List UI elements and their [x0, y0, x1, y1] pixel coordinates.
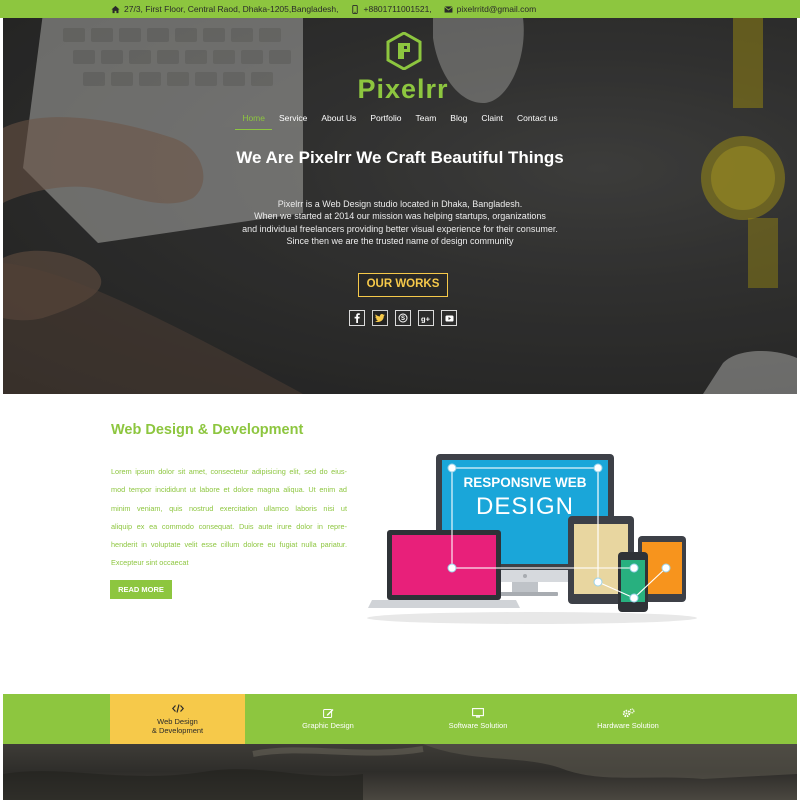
hero-description: Pixelrr is a Web Design studio located i…: [3, 198, 797, 247]
social-links: S g+: [349, 310, 457, 326]
google-plus-icon[interactable]: g+: [418, 310, 434, 326]
nav-item-claint[interactable]: Claint: [474, 112, 510, 130]
feature-text-line: henderit in voluptate velit esse cillum …: [111, 540, 347, 550]
tab-label-line1: Hardware Solution: [597, 721, 659, 731]
our-works-button[interactable]: OUR WORKS: [358, 273, 448, 297]
pixelrr-logo-icon[interactable]: [386, 32, 422, 70]
hero-title: We Are Pixelrr We Craft Beautiful Things: [236, 148, 564, 167]
twitter-icon[interactable]: [372, 310, 388, 326]
nav-item-service[interactable]: Service: [272, 112, 314, 130]
tab-software-solution[interactable]: Software Solution: [423, 694, 533, 744]
bottom-photo-shapes: [3, 744, 797, 800]
svg-text:S: S: [401, 316, 405, 322]
contact-bar: 27/3, First Floor, Central Raod, Dhaka-1…: [0, 0, 800, 18]
pencil-square-icon: [322, 707, 334, 718]
illustration-text-line2: DESIGN: [476, 493, 574, 520]
brand-name[interactable]: Pixelrr: [3, 74, 797, 105]
contact-email: pixelrritd@gmail.com: [443, 4, 536, 14]
service-tabs: Web Design & Development Graphic Design …: [3, 694, 797, 744]
nav-item-contact-us[interactable]: Contact us: [510, 112, 565, 130]
mobile-icon: [351, 4, 360, 14]
contact-address: 27/3, First Floor, Central Raod, Dhaka-1…: [111, 4, 339, 14]
feature-description: Lorem ipsum dolor sit amet, consectetur …: [111, 463, 347, 573]
tab-hardware-solution[interactable]: Hardware Solution: [573, 694, 683, 744]
contact-phone: +8801711001521,: [351, 4, 432, 14]
tab-graphic-design[interactable]: Graphic Design: [273, 694, 383, 744]
hero-desc-line: Since then we are the trusted name of de…: [286, 235, 514, 246]
next-section-background-image: [3, 744, 797, 800]
feature-text-line: Excepteur sint occaecat: [111, 558, 189, 568]
nav-item-team[interactable]: Team: [409, 112, 444, 130]
hero-desc-line: and individual freelancers providing bet…: [242, 223, 558, 234]
contact-email-text[interactable]: pixelrritd@gmail.com: [457, 4, 536, 14]
contact-address-text: 27/3, First Floor, Central Raod, Dhaka-1…: [124, 4, 339, 14]
tab-web-design[interactable]: Web Design & Development: [110, 694, 245, 744]
feature-text-line: Lorem ipsum dolor sit amet, consectetur …: [111, 467, 347, 476]
monitor-icon: [472, 707, 484, 718]
hero-desc-line: When we started at 2014 our mission was …: [254, 211, 546, 222]
home-icon: [111, 5, 120, 14]
skype-icon[interactable]: S: [395, 310, 411, 326]
main-nav: Home Service About Us Portfolio Team Blo…: [3, 112, 797, 130]
responsive-web-design-illustration: RESPONSIVE WEB DESIGN: [367, 454, 697, 624]
facebook-icon[interactable]: [349, 310, 365, 326]
tab-label-line1: Graphic Design: [302, 721, 354, 731]
nav-item-portfolio[interactable]: Portfolio: [363, 112, 408, 130]
feature-text-line: mod tempor incididunt ut labore et dolor…: [111, 485, 347, 495]
svg-text:g+: g+: [421, 314, 431, 323]
youtube-icon[interactable]: [441, 310, 457, 326]
tab-label-line2: & Development: [151, 726, 204, 735]
feature-text-line: minim veniam, quis nostrud exercitation …: [111, 503, 347, 513]
nav-item-about-us[interactable]: About Us: [314, 112, 363, 130]
nav-item-blog[interactable]: Blog: [443, 112, 474, 130]
hero-desc-line: Pixelrr is a Web Design studio located i…: [277, 199, 523, 209]
code-icon: [171, 703, 184, 714]
gears-icon: [622, 707, 635, 718]
nav-item-home[interactable]: Home: [235, 112, 272, 130]
hero-section: Pixelrr Home Service About Us Portfolio …: [3, 18, 797, 394]
feature-text-line: aliquip ex ea commodo consequat. Duis au…: [111, 521, 347, 531]
illustration-text-line1: RESPONSIVE WEB: [463, 475, 586, 490]
read-more-button[interactable]: READ MORE: [110, 580, 172, 599]
tab-label-line1: Software Solution: [448, 721, 508, 731]
feature-title: Web Design & Development: [111, 422, 304, 438]
tab-label-line1: Web Design: [157, 716, 198, 726]
envelope-icon: [443, 5, 453, 14]
contact-phone-text[interactable]: +8801711001521,: [364, 4, 432, 14]
